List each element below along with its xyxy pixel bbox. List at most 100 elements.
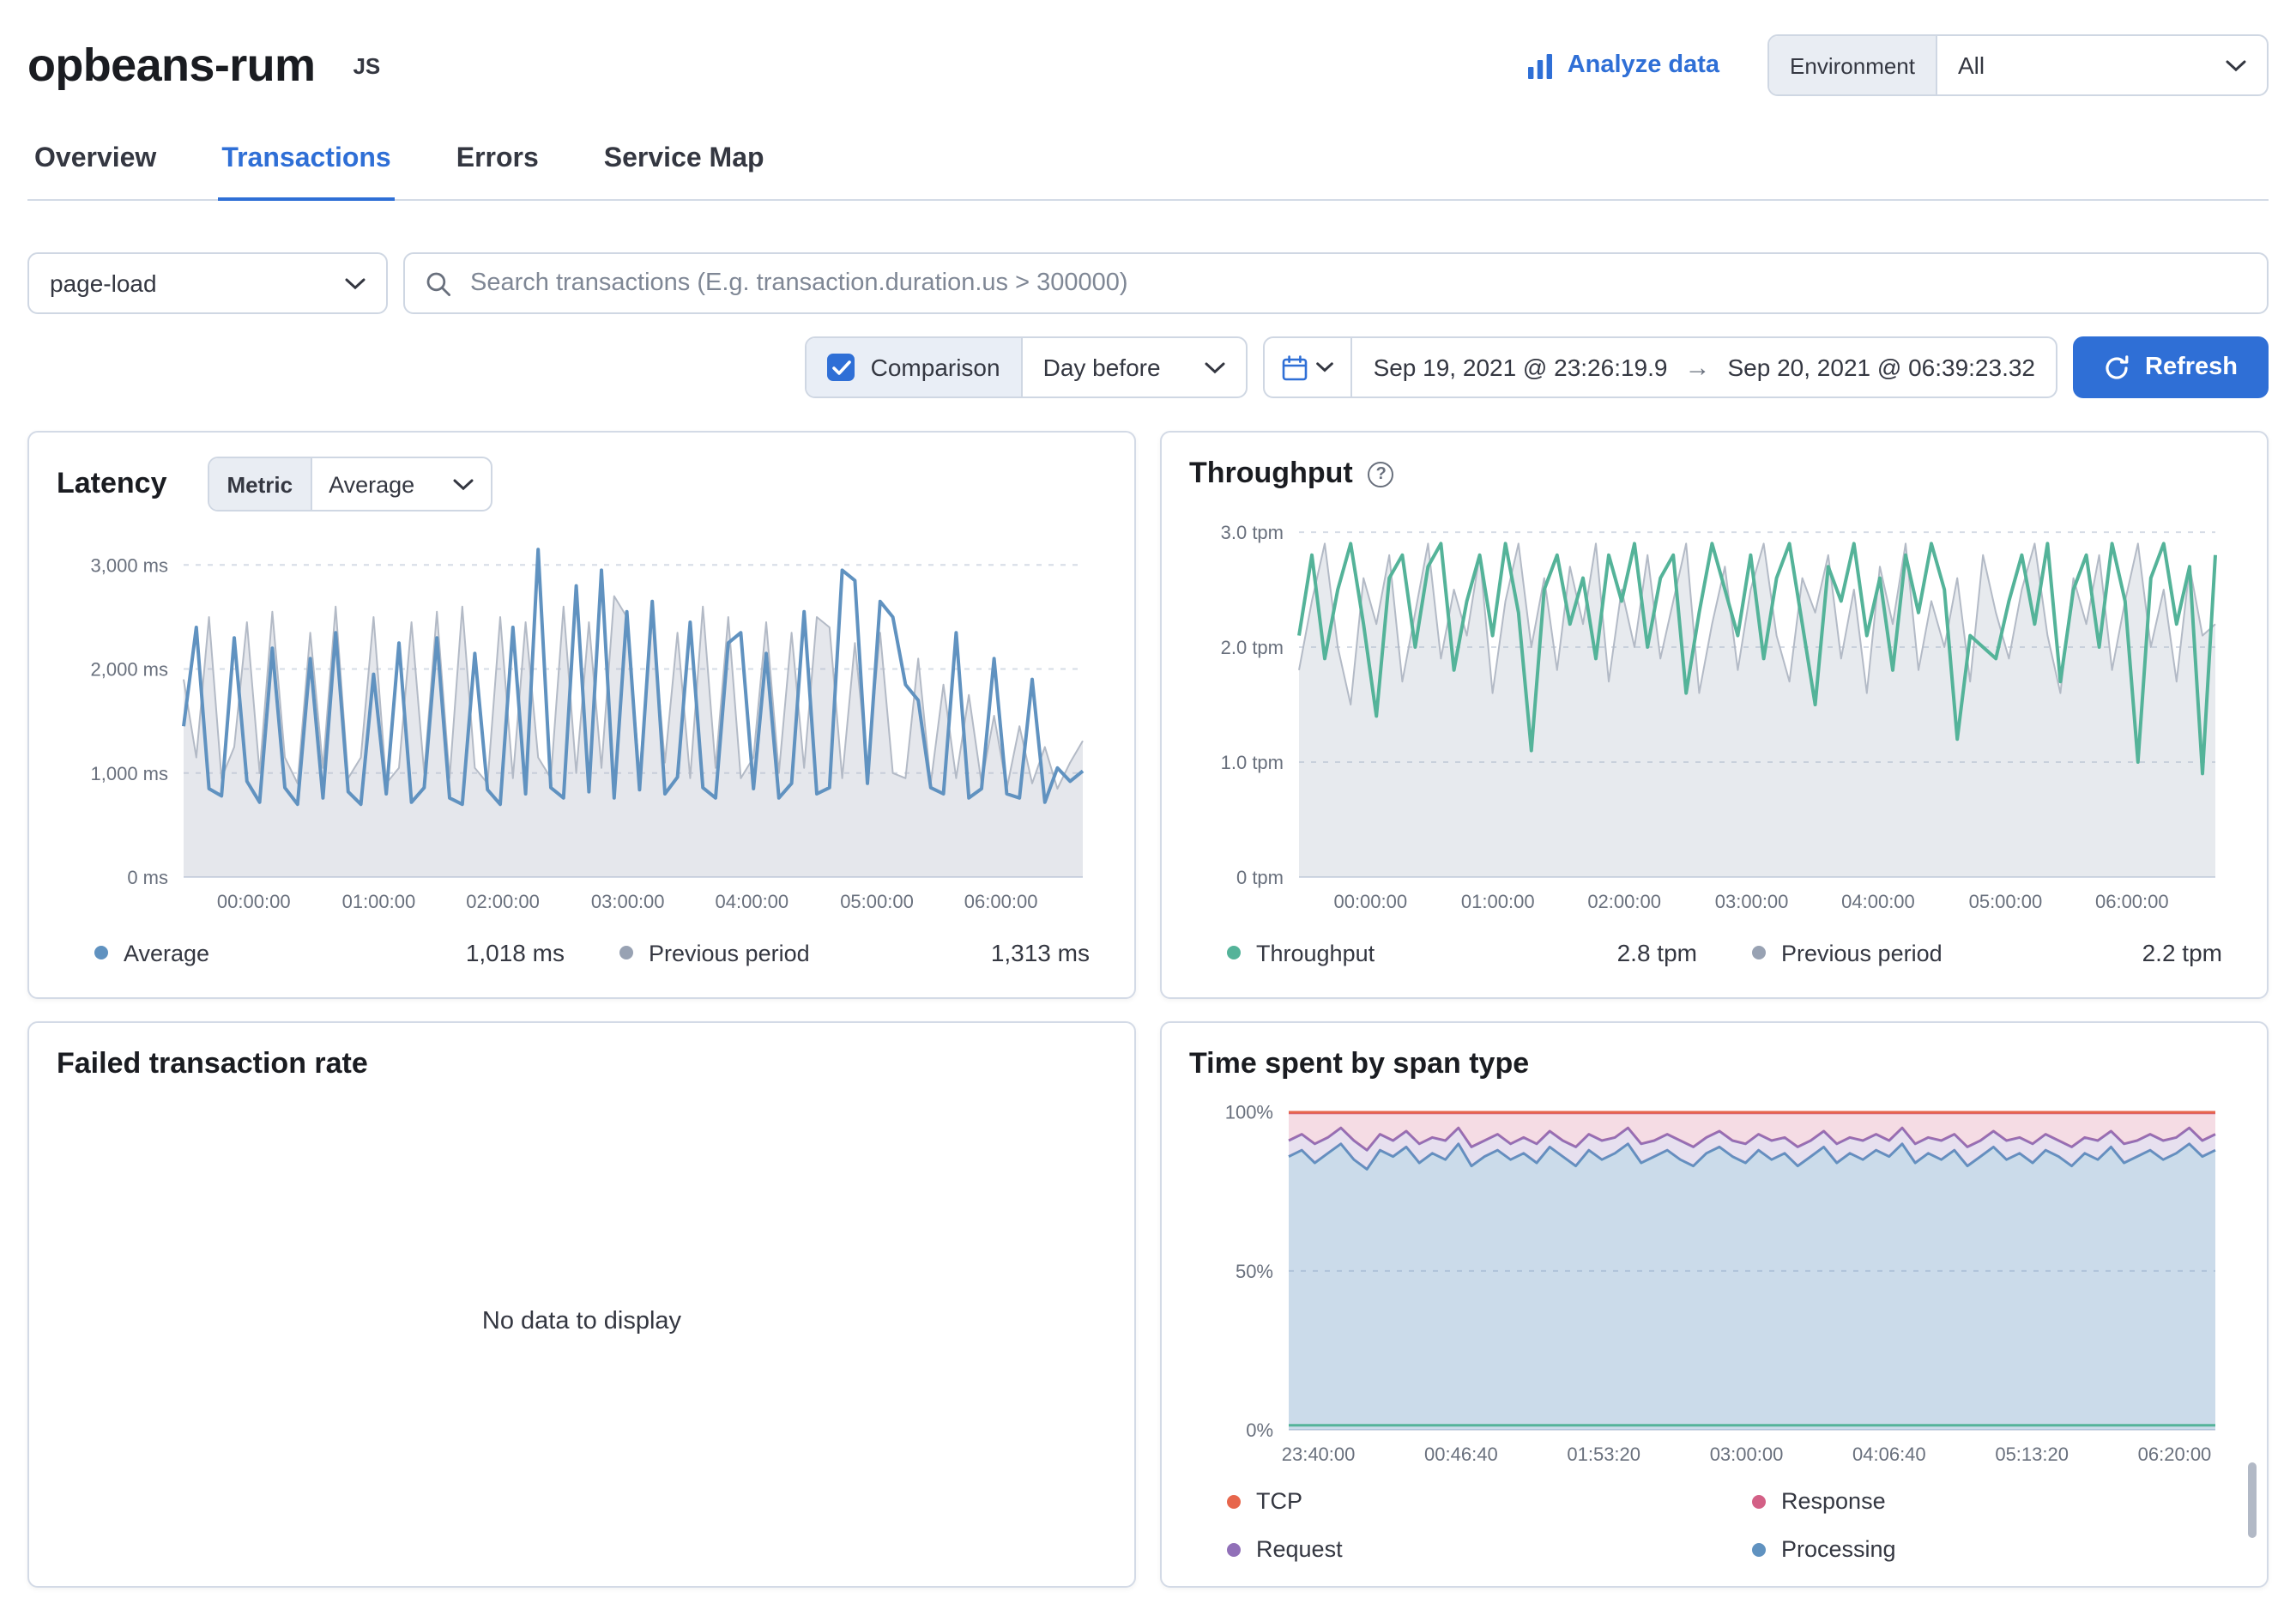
date-picker: Sep 19, 2021 @ 23:26:19.9 → Sep 20, 2021… [1264, 336, 2057, 398]
legend-value: 2.2 tpm [2142, 939, 2222, 966]
svg-text:01:00:00: 01:00:00 [1461, 891, 1535, 912]
tab-service-map[interactable]: Service Map [601, 144, 768, 199]
legend-item-response[interactable]: Response [1714, 1488, 2239, 1514]
search-box [403, 252, 2269, 314]
search-input[interactable] [467, 268, 2246, 299]
legend-item-previous-period[interactable]: Previous period 2.2 tpm [1714, 939, 2239, 966]
legend-value: 1,313 ms [991, 939, 1090, 966]
svg-text:05:00:00: 05:00:00 [1969, 891, 2043, 912]
environment-label: Environment [1769, 36, 1937, 94]
svg-text:0 ms: 0 ms [127, 867, 168, 888]
time-spent-legend: TCP Response Request Processing [1189, 1488, 2239, 1562]
legend-label: Response [1781, 1488, 1886, 1514]
legend-dot [94, 946, 108, 959]
svg-text:02:00:00: 02:00:00 [466, 891, 540, 912]
service-tabs: Overview Transactions Errors Service Map [27, 144, 2269, 201]
legend-dot [1752, 1494, 1766, 1508]
calendar-icon [1283, 354, 1308, 380]
refresh-icon [2104, 354, 2130, 380]
svg-text:00:00:00: 00:00:00 [1333, 891, 1407, 912]
legend-value: 1,018 ms [466, 939, 565, 966]
analyze-data-label: Analyze data [1568, 51, 1719, 79]
svg-text:03:00:00: 03:00:00 [591, 891, 665, 912]
svg-text:00:46:40: 00:46:40 [1424, 1444, 1498, 1465]
panel-title: Failed transaction rate [57, 1047, 1107, 1081]
failed-transaction-rate-panel: Failed transaction rate No data to displ… [27, 1021, 1136, 1588]
environment-control: Environment All [1767, 34, 2269, 96]
metric-value: Average [329, 471, 414, 497]
svg-text:2.0 tpm: 2.0 tpm [1221, 637, 1284, 658]
latency-chart: 0 ms1,000 ms2,000 ms3,000 ms00:00:0001:0… [57, 525, 1107, 922]
svg-text:06:00:00: 06:00:00 [964, 891, 1038, 912]
refresh-label: Refresh [2145, 354, 2238, 381]
legend-item-tcp[interactable]: TCP [1189, 1488, 1714, 1514]
throughput-legend: Throughput 2.8 tpm Previous period 2.2 t… [1189, 932, 2239, 973]
tab-overview[interactable]: Overview [31, 144, 160, 199]
arrow-right-icon: → [1685, 353, 1711, 382]
svg-text:2,000 ms: 2,000 ms [91, 659, 169, 681]
panel-title: Latency [57, 467, 167, 501]
date-range: Sep 19, 2021 @ 23:26:19.9 → Sep 20, 2021… [1353, 353, 2056, 382]
time-spent-by-span-type-panel: Time spent by span type 0%50%100%23:40:0… [1160, 1021, 2269, 1588]
tab-errors[interactable]: Errors [453, 144, 542, 199]
metric-select-group: Metric Average [208, 457, 492, 511]
no-data-message: No data to display [57, 1081, 1107, 1562]
svg-text:04:00:00: 04:00:00 [1841, 891, 1915, 912]
transaction-type-select[interactable]: page-load [27, 252, 388, 314]
legend-dot [1227, 1494, 1241, 1508]
svg-text:100%: 100% [1225, 1102, 1273, 1123]
panels-grid: Latency Metric Average 0 ms 1,000 ms 2,000… [27, 431, 2269, 1588]
svg-text:05:00:00: 05:00:00 [840, 891, 914, 912]
svg-text:0%: 0% [1246, 1419, 1273, 1441]
date-quick-select[interactable] [1266, 338, 1353, 396]
legend-value: 2.8 tpm [1617, 939, 1697, 966]
panel-title: Time spent by span type [1189, 1047, 2239, 1081]
chevron-down-icon [1205, 361, 1226, 373]
legend-item-throughput[interactable]: Throughput 2.8 tpm [1189, 939, 1714, 966]
latency-panel-header: Latency Metric Average [57, 457, 1107, 511]
legend-label: TCP [1256, 1488, 1302, 1514]
legend-label: Previous period [1781, 940, 1943, 965]
comparison-group: Comparison Day before [806, 336, 1248, 398]
environment-select[interactable]: All [1937, 36, 2267, 94]
legend-item-average[interactable]: Average 1,018 ms [57, 939, 582, 966]
svg-text:02:00:00: 02:00:00 [1587, 891, 1661, 912]
date-start[interactable]: Sep 19, 2021 @ 23:26:19.9 [1374, 354, 1668, 381]
comparison-toggle[interactable]: Comparison [807, 338, 1023, 396]
refresh-button[interactable]: Refresh [2073, 336, 2269, 398]
svg-text:0 tpm: 0 tpm [1236, 867, 1284, 888]
legend-label: Request [1256, 1536, 1343, 1562]
legend-item-request[interactable]: Request [1189, 1536, 1714, 1562]
chevron-down-icon [1317, 362, 1334, 372]
help-icon[interactable]: ? [1369, 461, 1394, 487]
svg-text:05:13:20: 05:13:20 [1995, 1444, 2069, 1465]
environment-value: All [1958, 51, 1985, 79]
comparison-select[interactable]: Day before [1023, 338, 1247, 396]
svg-text:00:00:00: 00:00:00 [217, 891, 291, 912]
svg-text:3.0 tpm: 3.0 tpm [1221, 522, 1284, 543]
legend-item-processing[interactable]: Processing [1714, 1536, 2239, 1562]
svg-text:23:40:00: 23:40:00 [1282, 1444, 1356, 1465]
agent-badge: JS [353, 52, 380, 78]
metric-select[interactable]: Average [311, 458, 490, 510]
svg-text:01:53:20: 01:53:20 [1567, 1444, 1640, 1465]
chevron-down-icon [452, 478, 473, 490]
panel-title: Throughput [1189, 457, 1353, 491]
comparison-value: Day before [1043, 354, 1161, 381]
date-end[interactable]: Sep 20, 2021 @ 06:39:23.32 [1728, 354, 2036, 381]
svg-text:1,000 ms: 1,000 ms [91, 763, 169, 784]
bar-chart-icon [1528, 52, 1554, 78]
tab-transactions[interactable]: Transactions [218, 144, 394, 201]
scrollbar-thumb[interactable] [2248, 1462, 2257, 1538]
svg-text:04:06:40: 04:06:40 [1852, 1444, 1926, 1465]
throughput-panel: Throughput ? 0 tpm1.0 tpm2.0 tpm3.0 tpm0… [1160, 431, 2269, 999]
analyze-data-link[interactable]: Analyze data [1528, 51, 1719, 79]
service-header: opbeans-rum JS Analyze data Environment … [27, 0, 2269, 96]
legend-label: Average [124, 940, 209, 965]
throughput-chart: 0 tpm1.0 tpm2.0 tpm3.0 tpm00:00:0001:00:… [1189, 505, 2239, 922]
legend-item-previous-period[interactable]: Previous period 1,313 ms [582, 939, 1107, 966]
filter-row: page-load [27, 252, 2269, 314]
legend-dot [1227, 946, 1241, 959]
time-spent-chart: 0%50%100%23:40:0000:46:4001:53:2003:00:0… [1189, 1095, 2239, 1474]
comparison-checkbox[interactable] [828, 354, 855, 381]
